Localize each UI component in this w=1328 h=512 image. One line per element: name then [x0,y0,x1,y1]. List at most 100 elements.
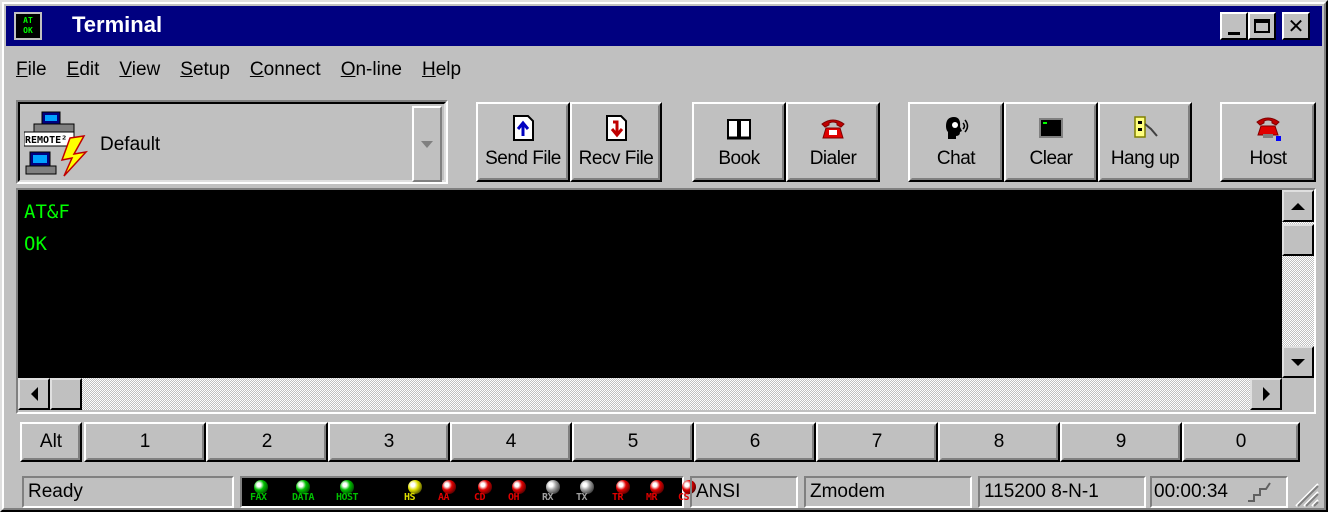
fkey-2-button[interactable]: 2 [206,422,328,462]
menu-setup-mnemonic: S [180,59,193,80]
led-label: TR [612,492,624,503]
horizontal-scroll-thumb[interactable] [50,378,82,410]
terminal-line: OK [24,233,47,255]
send-file-icon [513,115,534,141]
fkey-5-button[interactable]: 5 [572,422,694,462]
scroll-left-button[interactable] [18,378,50,410]
menu-file-label: ile [27,59,47,80]
remote-logo-text: REMOTE² [25,135,67,146]
terminal-window: AT OK Terminal ✕ File Edit View Setup Con… [0,0,1328,512]
terminal-screen[interactable]: AT&F OK [18,190,1282,378]
host-button[interactable]: Host [1220,102,1316,182]
fkey-6-button[interactable]: 6 [694,422,816,462]
led-label: DATA [292,492,315,503]
menu-help-mnemonic: H [421,59,436,80]
clear-button[interactable]: Clear [1004,102,1098,182]
menu-online[interactable]: On-line [331,59,412,81]
menu-connect[interactable]: Connect [240,59,331,81]
emulation-status[interactable]: ANSI [690,476,798,508]
menu-view-label: iew [131,59,161,80]
dialer-button[interactable]: Dialer [786,102,880,182]
hang-up-plug-icon [1134,116,1158,138]
modem-status-lights: FAX DATA HOST HS AA CD OH RX TX TR MR CS [240,476,696,508]
menu-setup-label: etup [192,59,230,80]
menu-online-mnemonic: O [340,59,356,80]
connection-timer: 00:00:34 [1150,476,1288,508]
led-label: HS [404,492,416,503]
remote-computers-icon: REMOTE² [24,111,89,177]
status-text: Ready [22,476,234,508]
telephone-icon [821,119,845,139]
menu-help[interactable]: Help [412,59,471,81]
protocol-status[interactable]: Zmodem [804,476,972,508]
menu-edit-mnemonic: E [66,59,80,80]
menu-help-label: elp [435,59,462,80]
minimize-icon [1228,31,1240,35]
fkey-9-button[interactable]: 9 [1060,422,1182,462]
scroll-right-button[interactable] [1250,378,1282,410]
horizontal-scrollbar[interactable] [18,378,1282,410]
clear-screen-icon [1039,118,1063,138]
menu-setup[interactable]: Setup [170,59,240,81]
fkey-0-button[interactable]: 0 [1182,422,1300,462]
terminal-area: AT&F OK [16,188,1316,414]
led-label: FAX [250,492,267,503]
minimize-button[interactable] [1220,12,1248,40]
led-label: HOST [336,492,359,503]
alt-key-button[interactable]: Alt [20,422,82,462]
scrollbar-corner [1282,378,1314,410]
maximize-button[interactable] [1248,12,1276,40]
menu-edit[interactable]: Edit [57,59,110,81]
port-settings-status[interactable]: 115200 8-N-1 [978,476,1146,508]
fkey-1-button[interactable]: 1 [84,422,206,462]
host-telephone-icon [1256,117,1281,141]
vertical-scrollbar[interactable] [1282,190,1314,378]
connection-profile-select[interactable]: REMOTE² Default [16,100,448,184]
menu-file[interactable]: File [6,59,57,81]
hang-up-button[interactable]: Hang up [1098,102,1192,182]
fkey-4-button[interactable]: 4 [450,422,572,462]
terminal-line: AT&F [24,201,70,223]
profile-dropdown-button[interactable] [412,106,442,182]
scroll-up-button[interactable] [1282,190,1314,222]
close-button[interactable]: ✕ [1282,12,1310,40]
menu-view-mnemonic: V [119,59,132,80]
vertical-scroll-thumb[interactable] [1282,224,1314,256]
chat-label: Chat [936,148,976,169]
led-label: TX [576,492,588,503]
led-label: CS [678,492,690,503]
title-bar[interactable]: AT OK Terminal ✕ [6,6,1322,46]
led-label: OH [508,492,520,503]
chat-button[interactable]: Chat [908,102,1004,182]
profile-label: Default [100,134,161,155]
arrow-right-icon [1262,387,1270,401]
menu-view[interactable]: View [109,59,170,81]
led-label: AA [438,492,450,503]
chevron-down-icon [421,140,433,148]
book-label: Book [718,148,760,169]
menu-bar: File Edit View Setup Connect On-line Hel… [6,50,471,90]
menu-online-label: n-line [355,59,402,80]
recv-file-label: Recv File [578,148,654,169]
menu-connect-label: onnect [263,59,321,80]
window-title: Terminal [72,12,163,37]
resize-grip-icon[interactable] [1290,478,1320,508]
fkey-7-button[interactable]: 7 [816,422,938,462]
app-icon[interactable]: AT OK [14,12,42,40]
fkey-8-button[interactable]: 8 [938,422,1060,462]
send-file-button[interactable]: Send File [476,102,570,182]
scroll-down-button[interactable] [1282,346,1314,378]
led-label: CD [474,492,486,503]
modem-signal-icon [1248,482,1271,502]
arrow-down-icon [1291,358,1305,366]
chat-speaking-head-icon [946,117,969,139]
maximize-icon [1254,19,1270,33]
recv-file-button[interactable]: Recv File [570,102,662,182]
clear-label: Clear [1029,148,1073,169]
menu-edit-label: dit [79,59,100,80]
book-button[interactable]: Book [692,102,786,182]
fkey-3-button[interactable]: 3 [328,422,450,462]
receive-file-icon [606,115,627,141]
led-label: RX [542,492,554,503]
led-label: MR [646,492,658,503]
